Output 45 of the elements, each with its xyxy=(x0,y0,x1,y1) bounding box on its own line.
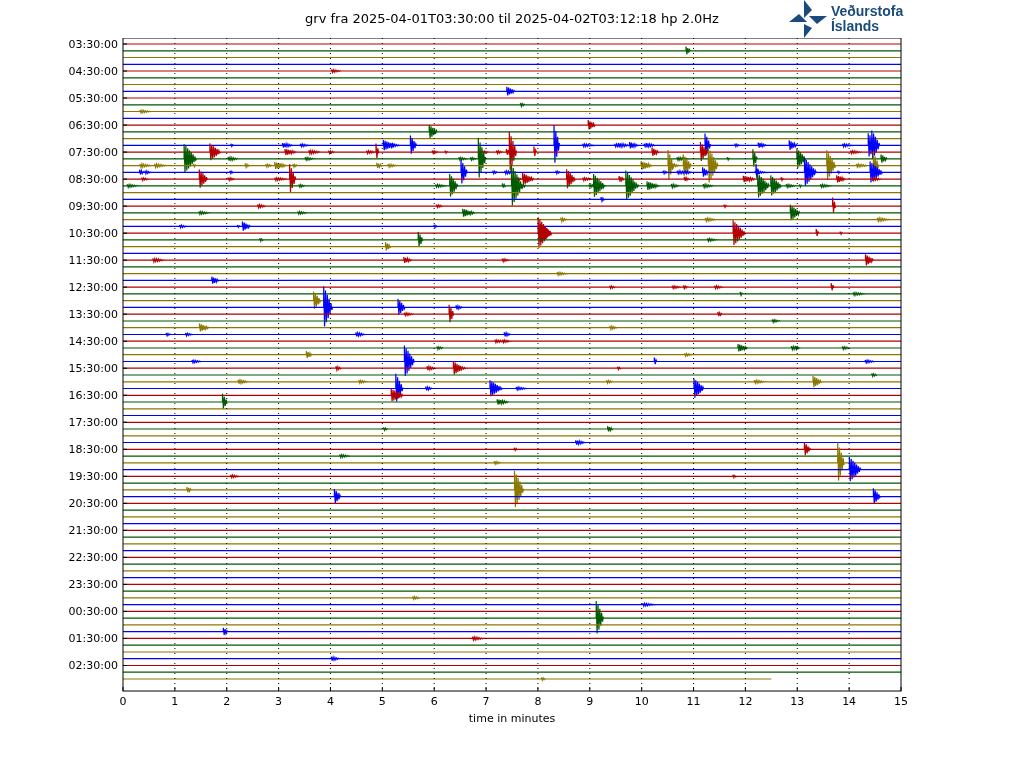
y-tick-label: 15:30:00 xyxy=(68,362,118,376)
x-tick-label: 10 xyxy=(634,695,649,708)
x-tick-label: 15 xyxy=(894,695,908,708)
y-tick-label: 06:30:00 xyxy=(68,119,118,133)
y-tick-label: 07:30:00 xyxy=(68,146,118,160)
y-tick-label: 17:30:00 xyxy=(68,416,118,430)
x-axis-label: time in minutes xyxy=(468,712,556,725)
y-tick-label: 20:30:00 xyxy=(68,497,118,511)
y-tick-label: 22:30:00 xyxy=(68,551,118,565)
x-tick-label: 6 xyxy=(430,695,438,708)
x-tick-label: 1 xyxy=(171,695,179,708)
x-tick-label: 9 xyxy=(586,695,594,708)
x-tick-label: 11 xyxy=(686,695,701,708)
y-tick-label: 11:30:00 xyxy=(68,254,118,268)
y-tick-label: 12:30:00 xyxy=(68,281,118,295)
y-tick-label: 23:30:00 xyxy=(68,578,118,592)
y-tick-label: 14:30:00 xyxy=(68,335,118,349)
x-tick-label: 8 xyxy=(534,695,542,708)
y-tick-label: 16:30:00 xyxy=(68,389,118,403)
x-tick-label: 12 xyxy=(738,695,753,708)
x-tick-label: 7 xyxy=(482,695,490,708)
x-tick-label: 0 xyxy=(119,695,127,708)
y-tick-label: 19:30:00 xyxy=(68,470,118,484)
x-tick-label: 2 xyxy=(223,695,231,708)
logo-text: Íslands xyxy=(830,19,881,34)
y-tick-label: 08:30:00 xyxy=(68,173,118,187)
x-tick-label: 5 xyxy=(378,695,386,708)
y-tick-label: 01:30:00 xyxy=(68,632,118,646)
y-tick-label: 09:30:00 xyxy=(68,200,118,214)
logo-text: Veðurstofa xyxy=(830,4,904,19)
y-tick-label: 18:30:00 xyxy=(68,443,118,457)
y-tick-label: 21:30:00 xyxy=(68,524,118,538)
x-tick-label: 13 xyxy=(790,695,805,708)
y-tick-label: 04:30:00 xyxy=(68,65,118,78)
y-tick-label: 05:30:00 xyxy=(68,92,118,106)
x-tick-label: 3 xyxy=(275,695,283,708)
y-tick-label: 02:30:00 xyxy=(68,659,118,673)
logo-arrows-icon xyxy=(788,0,827,38)
y-tick-label: 03:30:00 xyxy=(68,38,118,51)
y-tick-label: 13:30:00 xyxy=(68,308,118,322)
y-tick-label: 10:30:00 xyxy=(68,227,118,241)
y-tick-label: 00:30:00 xyxy=(68,605,118,619)
x-tick-label: 14 xyxy=(842,695,857,708)
plot-title: grv fra 2025-04-01T03:30:00 til 2025-04-02T03:12:18 hp 2.0Hz xyxy=(305,10,719,29)
x-tick-label: 4 xyxy=(326,695,334,708)
